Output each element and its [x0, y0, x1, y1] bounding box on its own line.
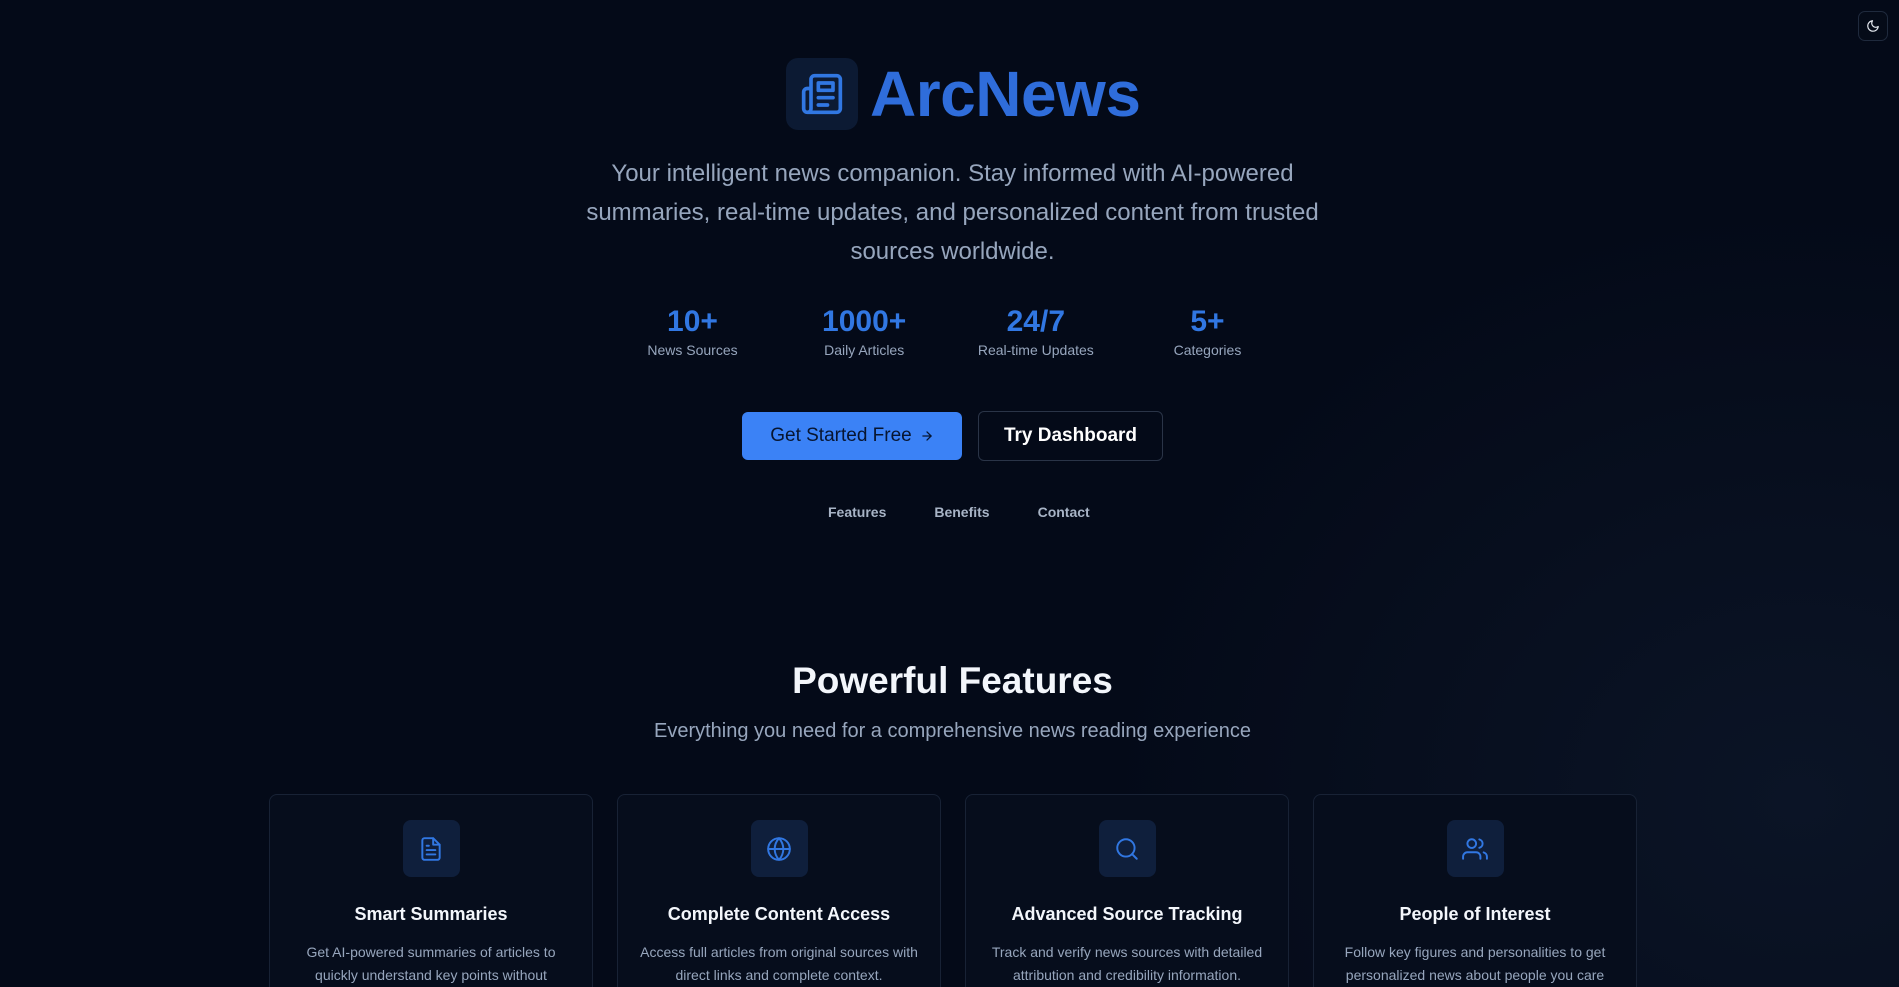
feature-icon-container: [750, 820, 808, 877]
feature-cards: Smart Summaries Get AI-powered summaries…: [269, 794, 1637, 987]
feature-description: Follow key figures and personalities to …: [1344, 944, 1606, 983]
brand-logo: [786, 58, 858, 130]
try-dashboard-button[interactable]: Try Dashboard: [978, 411, 1163, 461]
stats-row: 10+ News Sources 1000+ Daily Articles 24…: [630, 304, 1270, 358]
get-started-label: Get Started Free: [770, 425, 912, 446]
document-icon: [421, 836, 441, 861]
brand[interactable]: ArcNews: [786, 58, 1141, 130]
feature-title: Complete Content Access: [667, 904, 891, 924]
feature-description: Track and verify news sources with detai…: [991, 944, 1263, 983]
stat-label: Categories: [1173, 342, 1242, 358]
feature-title: Smart Summaries: [354, 904, 508, 924]
stat-news-sources: 10+ News Sources: [630, 304, 755, 358]
hero-tagline: Your intelligent news companion. Stay in…: [586, 160, 1319, 265]
section-nav: Features Benefits Contact: [828, 504, 1090, 520]
newspaper-icon: [801, 73, 843, 115]
feature-icon-container: [1446, 820, 1504, 877]
nav-link-features[interactable]: Features: [828, 504, 886, 520]
feature-description: Access full articles from original sourc…: [640, 944, 918, 983]
nav-link-benefits[interactable]: Benefits: [934, 504, 989, 520]
feature-card-smart-summaries: Smart Summaries Get AI-powered summaries…: [269, 794, 593, 987]
cta-buttons: Get Started Free Try Dashboard: [742, 411, 1163, 461]
feature-card-people-of-interest: People of Interest Follow key figures an…: [1313, 794, 1637, 987]
get-started-button[interactable]: Get Started Free: [742, 412, 962, 460]
stat-value: 1000+: [822, 305, 907, 338]
feature-card-content-access: Complete Content Access Access full arti…: [617, 794, 941, 987]
feature-description: Get AI-powered summaries of articles to …: [306, 944, 556, 983]
stat-label: News Sources: [647, 342, 738, 358]
stat-value: 10+: [667, 305, 718, 338]
users-icon: [1462, 837, 1488, 860]
theme-toggle-button[interactable]: [1858, 11, 1888, 41]
stat-value: 5+: [1190, 305, 1225, 338]
feature-title: Advanced Source Tracking: [1011, 904, 1243, 924]
globe-icon: [767, 836, 791, 861]
search-icon: [1116, 837, 1138, 860]
moon-icon: [1867, 20, 1879, 32]
stat-categories: 5+ Categories: [1145, 304, 1270, 358]
nav-link-contact[interactable]: Contact: [1038, 504, 1090, 520]
feature-card-source-tracking: Advanced Source Tracking Track and verif…: [965, 794, 1289, 987]
stat-value: 24/7: [1006, 305, 1065, 338]
stat-daily-articles: 1000+ Daily Articles: [802, 304, 927, 358]
stat-label: Daily Articles: [824, 342, 905, 358]
features-subheading: Everything you need for a comprehensive …: [653, 720, 1252, 742]
stat-label: Real-time Updates: [977, 342, 1094, 358]
feature-icon-container: [402, 820, 460, 877]
arrow-right-icon: [922, 431, 932, 441]
brand-name: ArcNews: [870, 58, 1141, 130]
features-heading: Powerful Features: [792, 660, 1113, 701]
feature-title: People of Interest: [1399, 904, 1551, 924]
feature-icon-container: [1098, 820, 1156, 877]
stat-realtime-updates: 24/7 Real-time Updates: [973, 304, 1098, 358]
